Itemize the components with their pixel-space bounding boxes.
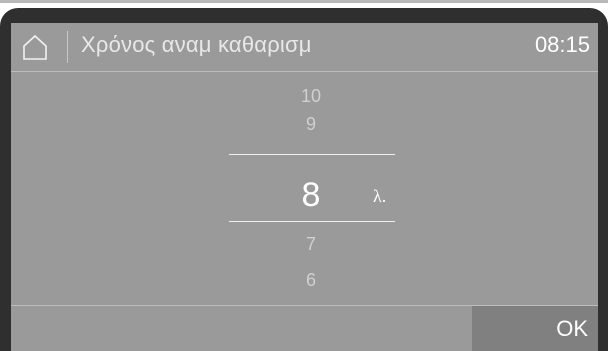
picker-option[interactable]: 10	[281, 86, 341, 107]
unit-label: λ.	[373, 186, 387, 206]
display-screen: Χρόνος αναμ καθαρισμ 08:15 10 9 8 λ. 7 6…	[11, 23, 598, 351]
selected-value: 8	[301, 176, 321, 214]
clock: 08:15	[534, 32, 590, 57]
selection-line-top	[229, 154, 395, 155]
picker-option[interactable]: 7	[281, 234, 341, 255]
top-divider	[0, 0, 608, 3]
picker-option[interactable]: 6	[281, 270, 341, 291]
ok-button[interactable]: OK	[472, 306, 598, 351]
header-separator	[67, 31, 68, 63]
picker-option[interactable]: 9	[281, 114, 341, 135]
value-picker[interactable]: 10 9 8 λ. 7 6	[11, 72, 598, 302]
page-title: Χρόνος αναμ καθαρισμ	[81, 32, 312, 57]
top-strip	[0, 0, 608, 8]
selection-line-bottom	[229, 221, 395, 222]
home-icon[interactable]	[21, 33, 49, 61]
header-bar: Χρόνος αναμ καθαρισμ 08:15	[11, 23, 598, 71]
